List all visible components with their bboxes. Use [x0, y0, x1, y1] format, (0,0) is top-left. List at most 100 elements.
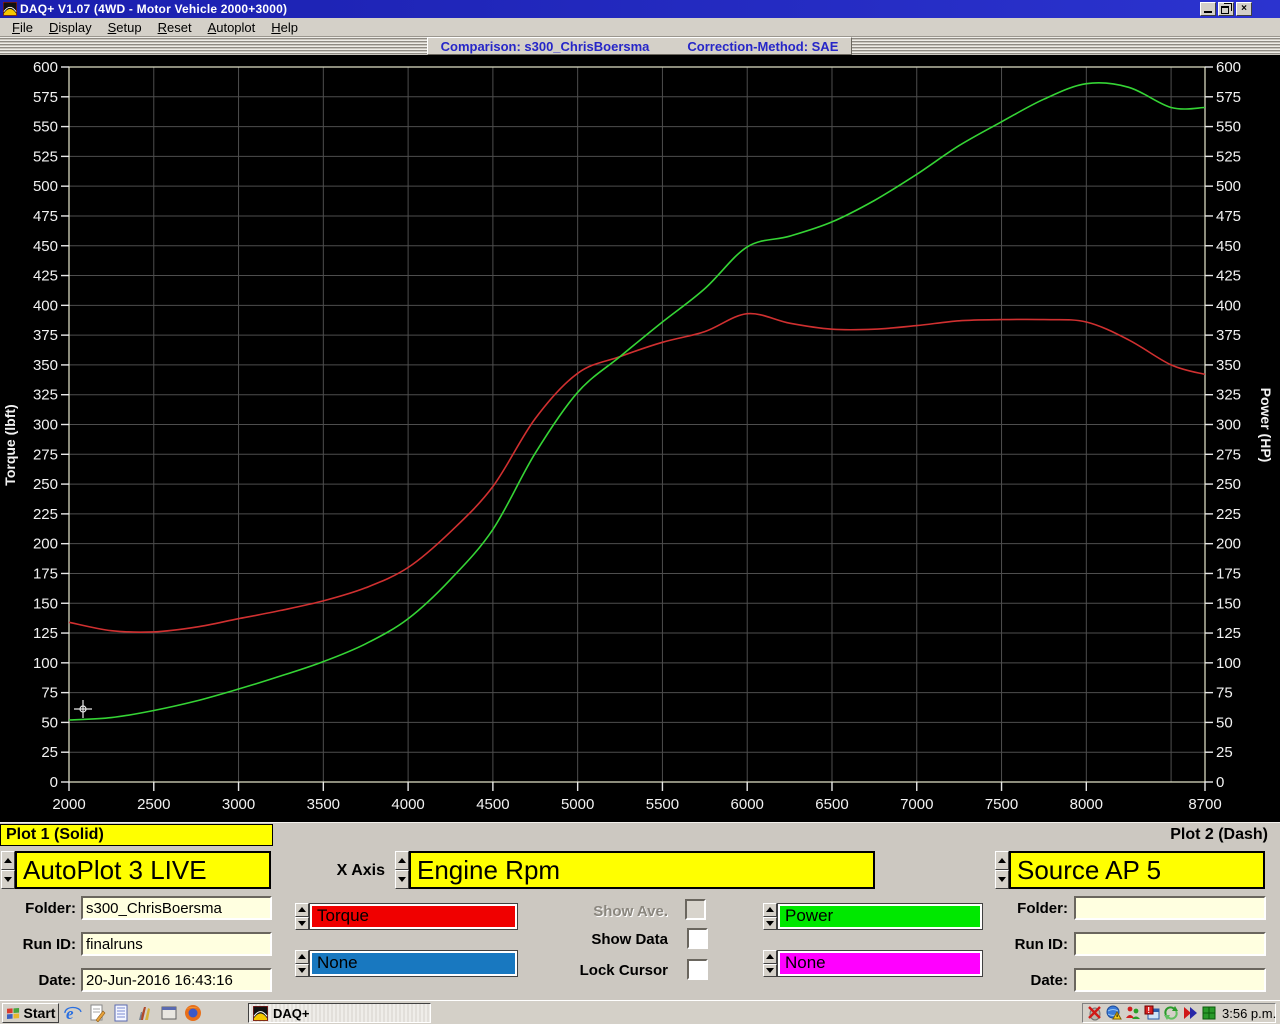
start-button[interactable]: Start [2, 1003, 59, 1023]
svg-text:4000: 4000 [391, 796, 424, 813]
channel3-spinner[interactable] [763, 903, 777, 930]
x-axis-combo[interactable]: Engine Rpm [409, 851, 875, 889]
alert-window-icon[interactable]: ! [1144, 1005, 1160, 1021]
channel4-combo[interactable]: None [777, 950, 983, 977]
plot1-runid-input[interactable] [81, 932, 272, 956]
channel2-combo[interactable]: None [309, 950, 518, 977]
svg-text:7000: 7000 [900, 796, 933, 813]
spin-down-icon[interactable] [395, 870, 409, 889]
notes-icon[interactable] [112, 1004, 130, 1022]
svg-text:125: 125 [33, 625, 58, 642]
menu-reset[interactable]: Reset [150, 19, 200, 36]
mouse-disabled-icon[interactable] [1087, 1005, 1103, 1021]
show-data-label: Show Data [520, 931, 668, 948]
svg-text:175: 175 [1216, 565, 1241, 582]
spin-down-icon[interactable] [763, 964, 777, 978]
spin-down-icon[interactable] [295, 917, 309, 931]
plot2-runid-input[interactable] [1074, 932, 1266, 956]
spin-down-icon[interactable] [995, 870, 1009, 889]
svg-text:300: 300 [1216, 417, 1241, 434]
svg-text:525: 525 [33, 148, 58, 165]
plot1-runid-label: Run ID: [0, 936, 76, 953]
svg-text:300: 300 [33, 417, 58, 434]
channel2-spinner[interactable] [295, 950, 309, 977]
fast-forward-icon[interactable] [1182, 1005, 1198, 1021]
svg-text:500: 500 [1216, 178, 1241, 195]
svg-text:550: 550 [33, 119, 58, 136]
svg-text:275: 275 [33, 446, 58, 463]
spin-down-icon[interactable] [295, 964, 309, 978]
menu-display[interactable]: Display [41, 19, 100, 36]
spin-down-icon[interactable] [1, 870, 15, 889]
spin-up-icon[interactable] [763, 903, 777, 917]
svg-text:100: 100 [33, 655, 58, 672]
comparison-label: Comparison: s300_ChrisBoersma [441, 39, 650, 54]
x-axis-spinner[interactable] [395, 851, 409, 889]
plot1-source-combo[interactable]: AutoPlot 3 LIVE [15, 851, 271, 889]
svg-text:400: 400 [1216, 297, 1241, 314]
spin-up-icon[interactable] [995, 851, 1009, 870]
channel1-spinner[interactable] [295, 903, 309, 930]
svg-text:575: 575 [1216, 89, 1241, 106]
svg-text:8700: 8700 [1188, 796, 1221, 813]
svg-text:550: 550 [1216, 119, 1241, 136]
svg-text:175: 175 [33, 565, 58, 582]
spin-down-icon[interactable] [763, 917, 777, 931]
paint-icon[interactable] [136, 1004, 154, 1022]
plot1-source-spinner[interactable] [1, 851, 15, 889]
window-icon[interactable] [160, 1004, 178, 1022]
menu-bar: File Display Setup Reset Autoplot Help [0, 18, 1280, 37]
sync-icon[interactable] [1163, 1005, 1179, 1021]
spin-up-icon[interactable] [395, 851, 409, 870]
spin-up-icon[interactable] [295, 950, 309, 964]
plot2-source-spinner[interactable] [995, 851, 1009, 889]
restore-button[interactable] [1218, 2, 1234, 16]
svg-text:25: 25 [1216, 744, 1233, 761]
channel3-combo[interactable]: Power [777, 903, 983, 930]
plot2-date-input[interactable] [1074, 968, 1266, 992]
start-label: Start [24, 1005, 56, 1021]
channel4-spinner[interactable] [763, 950, 777, 977]
firefox-icon[interactable] [184, 1004, 202, 1022]
plot2-source-combo[interactable]: Source AP 5 [1009, 851, 1265, 889]
svg-text:425: 425 [1216, 268, 1241, 285]
spin-up-icon[interactable] [295, 903, 309, 917]
menu-setup[interactable]: Setup [100, 19, 150, 36]
svg-text:150: 150 [1216, 595, 1241, 612]
mail-page-icon[interactable] [88, 1004, 106, 1022]
svg-text:2000: 2000 [52, 796, 85, 813]
plot1-folder-input[interactable] [81, 896, 272, 920]
grid-icon[interactable] [1201, 1005, 1217, 1021]
channel1-combo[interactable]: Torque [309, 903, 518, 930]
menu-file[interactable]: File [4, 19, 41, 36]
svg-text:50: 50 [1216, 714, 1233, 731]
taskbar: Start e DAQ+ [0, 1000, 1280, 1024]
svg-text:525: 525 [1216, 148, 1241, 165]
spin-up-icon[interactable] [763, 950, 777, 964]
svg-text:250: 250 [33, 476, 58, 493]
svg-text:5000: 5000 [561, 796, 594, 813]
svg-text:0: 0 [50, 774, 58, 791]
app-icon [3, 2, 17, 16]
minimize-button[interactable] [1200, 2, 1216, 16]
show-ave-checkbox [685, 899, 706, 920]
svg-text:375: 375 [33, 327, 58, 344]
menu-autoplot[interactable]: Autoplot [200, 19, 264, 36]
system-tray: ! 3:56 p.m. [1082, 1003, 1276, 1023]
show-data-checkbox[interactable] [687, 928, 708, 949]
svg-text:425: 425 [33, 268, 58, 285]
menu-help[interactable]: Help [263, 19, 306, 36]
lock-cursor-checkbox[interactable] [687, 959, 708, 980]
plot1-date-input[interactable] [81, 968, 272, 992]
close-button[interactable]: × [1236, 2, 1252, 16]
x-axis-label: X Axis [300, 862, 385, 880]
daq-task-button[interactable]: DAQ+ [248, 1003, 431, 1023]
people-icon[interactable] [1125, 1005, 1141, 1021]
dyno-chart[interactable]: 0025255050757510010012512515015017517520… [0, 55, 1280, 822]
plot2-folder-input[interactable] [1074, 896, 1266, 920]
ie-icon[interactable]: e [64, 1004, 82, 1022]
spin-up-icon[interactable] [1, 851, 15, 870]
globe-alert-icon[interactable] [1106, 1005, 1122, 1021]
windows-logo-icon [6, 1007, 21, 1020]
svg-text:275: 275 [1216, 446, 1241, 463]
